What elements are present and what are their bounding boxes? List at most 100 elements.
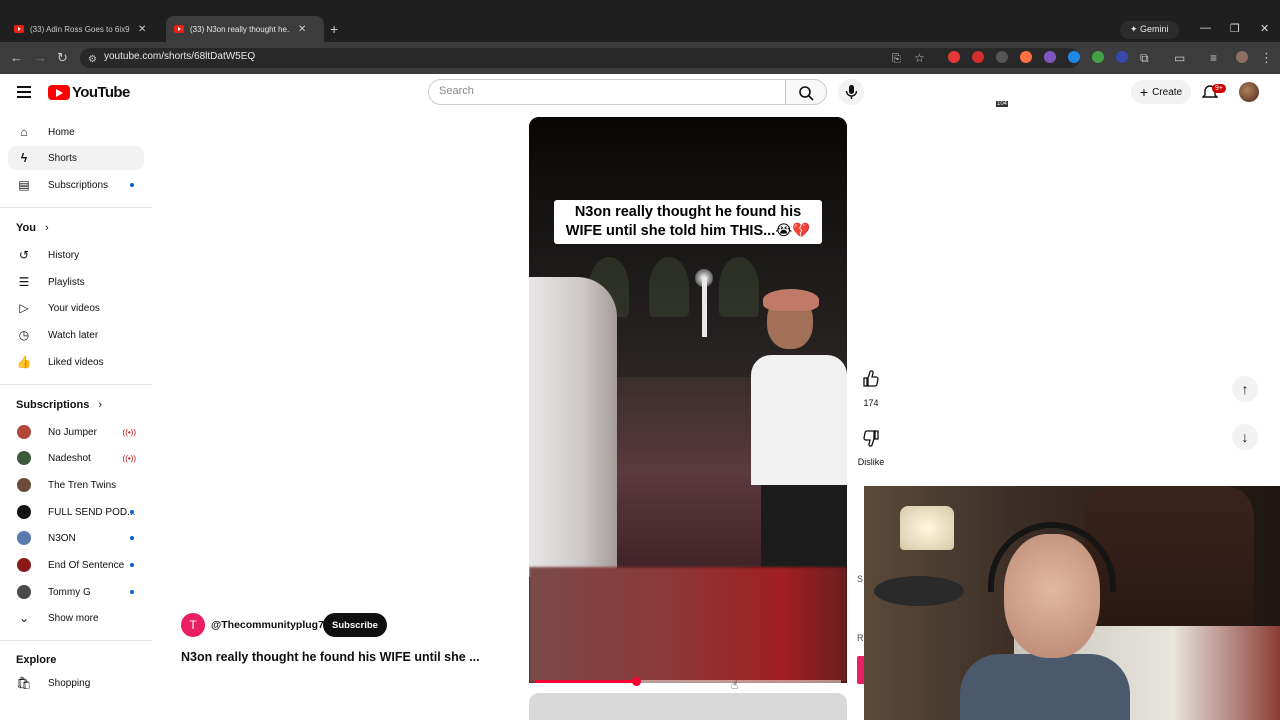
extension-icon[interactable] <box>1068 51 1080 63</box>
next-short-preview[interactable] <box>529 693 847 720</box>
sidebar-item-watch-later[interactable]: ◷ Watch later <box>8 323 144 347</box>
sidebar-item-shorts[interactable]: ϟ Shorts <box>8 146 144 170</box>
reload-icon[interactable]: ↻ <box>57 50 68 66</box>
sidebar-channel-tren-twins[interactable]: The Tren Twins <box>8 473 144 497</box>
channel-name: No Jumper <box>48 426 97 438</box>
sidebar-channel-no-jumper[interactable]: No Jumper ((•)) <box>8 420 144 444</box>
channel-name: End Of Sentence <box>48 559 125 571</box>
search-icon <box>799 86 814 101</box>
shopping-icon: 🛍 <box>16 676 32 690</box>
sidebar-item-label: Shopping <box>48 677 91 689</box>
gemini-button[interactable]: ✦ Gemini <box>1120 21 1179 39</box>
sidebar-item-shopping[interactable]: 🛍 Shopping <box>8 671 144 695</box>
youtube-logo[interactable]: YouTube <box>48 84 130 101</box>
video-person <box>529 277 617 577</box>
short-video-player[interactable]: N3on really thought he found his WIFE un… <box>529 117 847 683</box>
like-count: 174 <box>863 398 879 408</box>
thumbs-up-icon <box>858 366 884 392</box>
browser-tab-1[interactable]: (33) Adin Ross Goes to 6ix9ine... ✕ <box>6 16 164 42</box>
notification-badge: 9+ <box>1212 84 1226 93</box>
extensions-puzzle-icon[interactable]: ⧉ <box>1140 50 1149 66</box>
tab-close-icon[interactable]: ✕ <box>138 24 146 35</box>
dislike-button[interactable]: Dislike <box>856 425 886 467</box>
channel-handle[interactable]: @Thecommunityplug7 <box>211 619 324 631</box>
sidebar-channel-tommy-g[interactable]: Tommy G <box>8 580 144 604</box>
channel-name: Nadeshot <box>48 452 91 464</box>
account-avatar[interactable] <box>1239 82 1259 102</box>
dislike-label: Dislike <box>857 457 885 467</box>
sidebar-item-label: Your videos <box>48 302 100 314</box>
sidebar-channel-nadeshot[interactable]: Nadeshot ((•)) <box>8 446 144 470</box>
tab-close-icon[interactable]: ✕ <box>298 24 306 35</box>
new-content-dot <box>130 510 134 514</box>
mouse-cursor-icon: ☝ <box>731 678 739 692</box>
extension-icon[interactable] <box>996 51 1008 63</box>
new-tab-button[interactable]: + <box>330 21 338 37</box>
arrow-up-icon: ↑ <box>1241 381 1249 397</box>
sidebar-item-subscriptions[interactable]: ▤ Subscriptions <box>8 173 144 197</box>
sidebar-item-your-videos[interactable]: ▷ Your videos <box>8 296 144 320</box>
video-progress-bar[interactable] <box>535 677 841 686</box>
browser-tabbar: (33) Adin Ross Goes to 6ix9ine... ✕ (33)… <box>0 0 1280 42</box>
playlists-icon: ☰ <box>18 275 30 289</box>
minimize-icon[interactable]: — <box>1200 22 1211 34</box>
channel-avatar <box>17 478 31 492</box>
extension-icon[interactable] <box>948 51 960 63</box>
subscriptions-section-header[interactable]: Subscriptions › <box>16 399 102 411</box>
extension-icon[interactable] <box>1116 51 1128 63</box>
menu-icon[interactable] <box>17 86 31 98</box>
site-info-icon[interactable]: ⚙ <box>88 52 97 68</box>
extension-icon[interactable] <box>1044 51 1056 63</box>
video-scenery <box>649 257 689 317</box>
subscribe-button[interactable]: Subscribe <box>323 613 387 637</box>
create-button[interactable]: + Create <box>1131 80 1191 104</box>
address-bar-row: ← → ↻ ⚙ youtube.com/shorts/68ltDatW5EQ ⎘… <box>0 42 1280 107</box>
browser-tab-2[interactable]: (33) N3on really thought he... ✕ <box>166 16 324 42</box>
video-person <box>751 355 847 485</box>
caption-line-1: N3on really thought he found his <box>574 204 802 220</box>
sidebar-item-home[interactable]: ⌂ Home <box>8 120 144 144</box>
profile-avatar-icon[interactable] <box>1236 51 1248 63</box>
back-icon[interactable]: ← <box>10 50 23 66</box>
extension-badge: 104 <box>996 101 1009 107</box>
video-scenery <box>719 257 759 317</box>
next-short-button[interactable]: ↓ <box>1232 424 1258 450</box>
install-icon[interactable]: ⎘ <box>892 51 901 67</box>
logo-text: YouTube <box>72 84 130 101</box>
forward-icon[interactable]: → <box>34 50 47 66</box>
drive-icon[interactable] <box>1092 51 1104 63</box>
sidebar-item-liked-videos[interactable]: 👍 Liked videos <box>8 350 144 374</box>
url-text[interactable]: youtube.com/shorts/68ltDatW5EQ <box>104 51 255 62</box>
youtube-favicon-icon <box>14 25 24 33</box>
search-input[interactable]: Search <box>428 79 786 105</box>
sidebar-channel-full-send-pod[interactable]: FULL SEND POD... <box>8 500 144 524</box>
chrome-menu-icon[interactable]: ⋮ <box>1260 50 1273 66</box>
voice-search-button[interactable] <box>838 79 864 105</box>
channel-avatar[interactable]: T <box>181 613 205 637</box>
close-window-icon[interactable]: ✕ <box>1260 22 1269 35</box>
divider <box>0 207 152 208</box>
maximize-icon[interactable]: ❐ <box>1230 22 1240 35</box>
sidebar-channel-n3on[interactable]: N3ON <box>8 526 144 550</box>
sidebar-item-playlists[interactable]: ☰ Playlists <box>8 270 144 294</box>
adblock-icon[interactable] <box>972 51 984 63</box>
channel-name: FULL SEND POD... <box>48 506 136 518</box>
video-caption: N3on really thought he found his WIFE un… <box>554 200 822 244</box>
extension-icon[interactable] <box>1020 51 1032 63</box>
like-button[interactable]: 174 <box>858 366 884 408</box>
video-blur-region <box>529 567 847 683</box>
side-panel-icon[interactable]: ▭ <box>1174 50 1185 66</box>
search-button[interactable] <box>785 79 827 105</box>
show-more-button[interactable]: ⌄ Show more <box>8 606 144 630</box>
progress-scrubber[interactable] <box>631 677 641 686</box>
previous-short-button[interactable]: ↑ <box>1232 376 1258 402</box>
sidebar-channel-end-of-sentence[interactable]: End Of Sentence <box>8 553 144 577</box>
sidebar-item-history[interactable]: ↺ History <box>8 243 144 267</box>
short-title[interactable]: N3on really thought he found his WIFE un… <box>181 650 480 664</box>
webcam-scenery <box>1084 486 1254 626</box>
bookmark-star-icon[interactable]: ☆ <box>914 50 925 66</box>
media-icon[interactable]: ≡ <box>1210 50 1217 66</box>
new-content-dot <box>130 563 134 567</box>
shorts-icon: ϟ <box>20 151 28 165</box>
you-section-header[interactable]: You › <box>16 222 49 234</box>
